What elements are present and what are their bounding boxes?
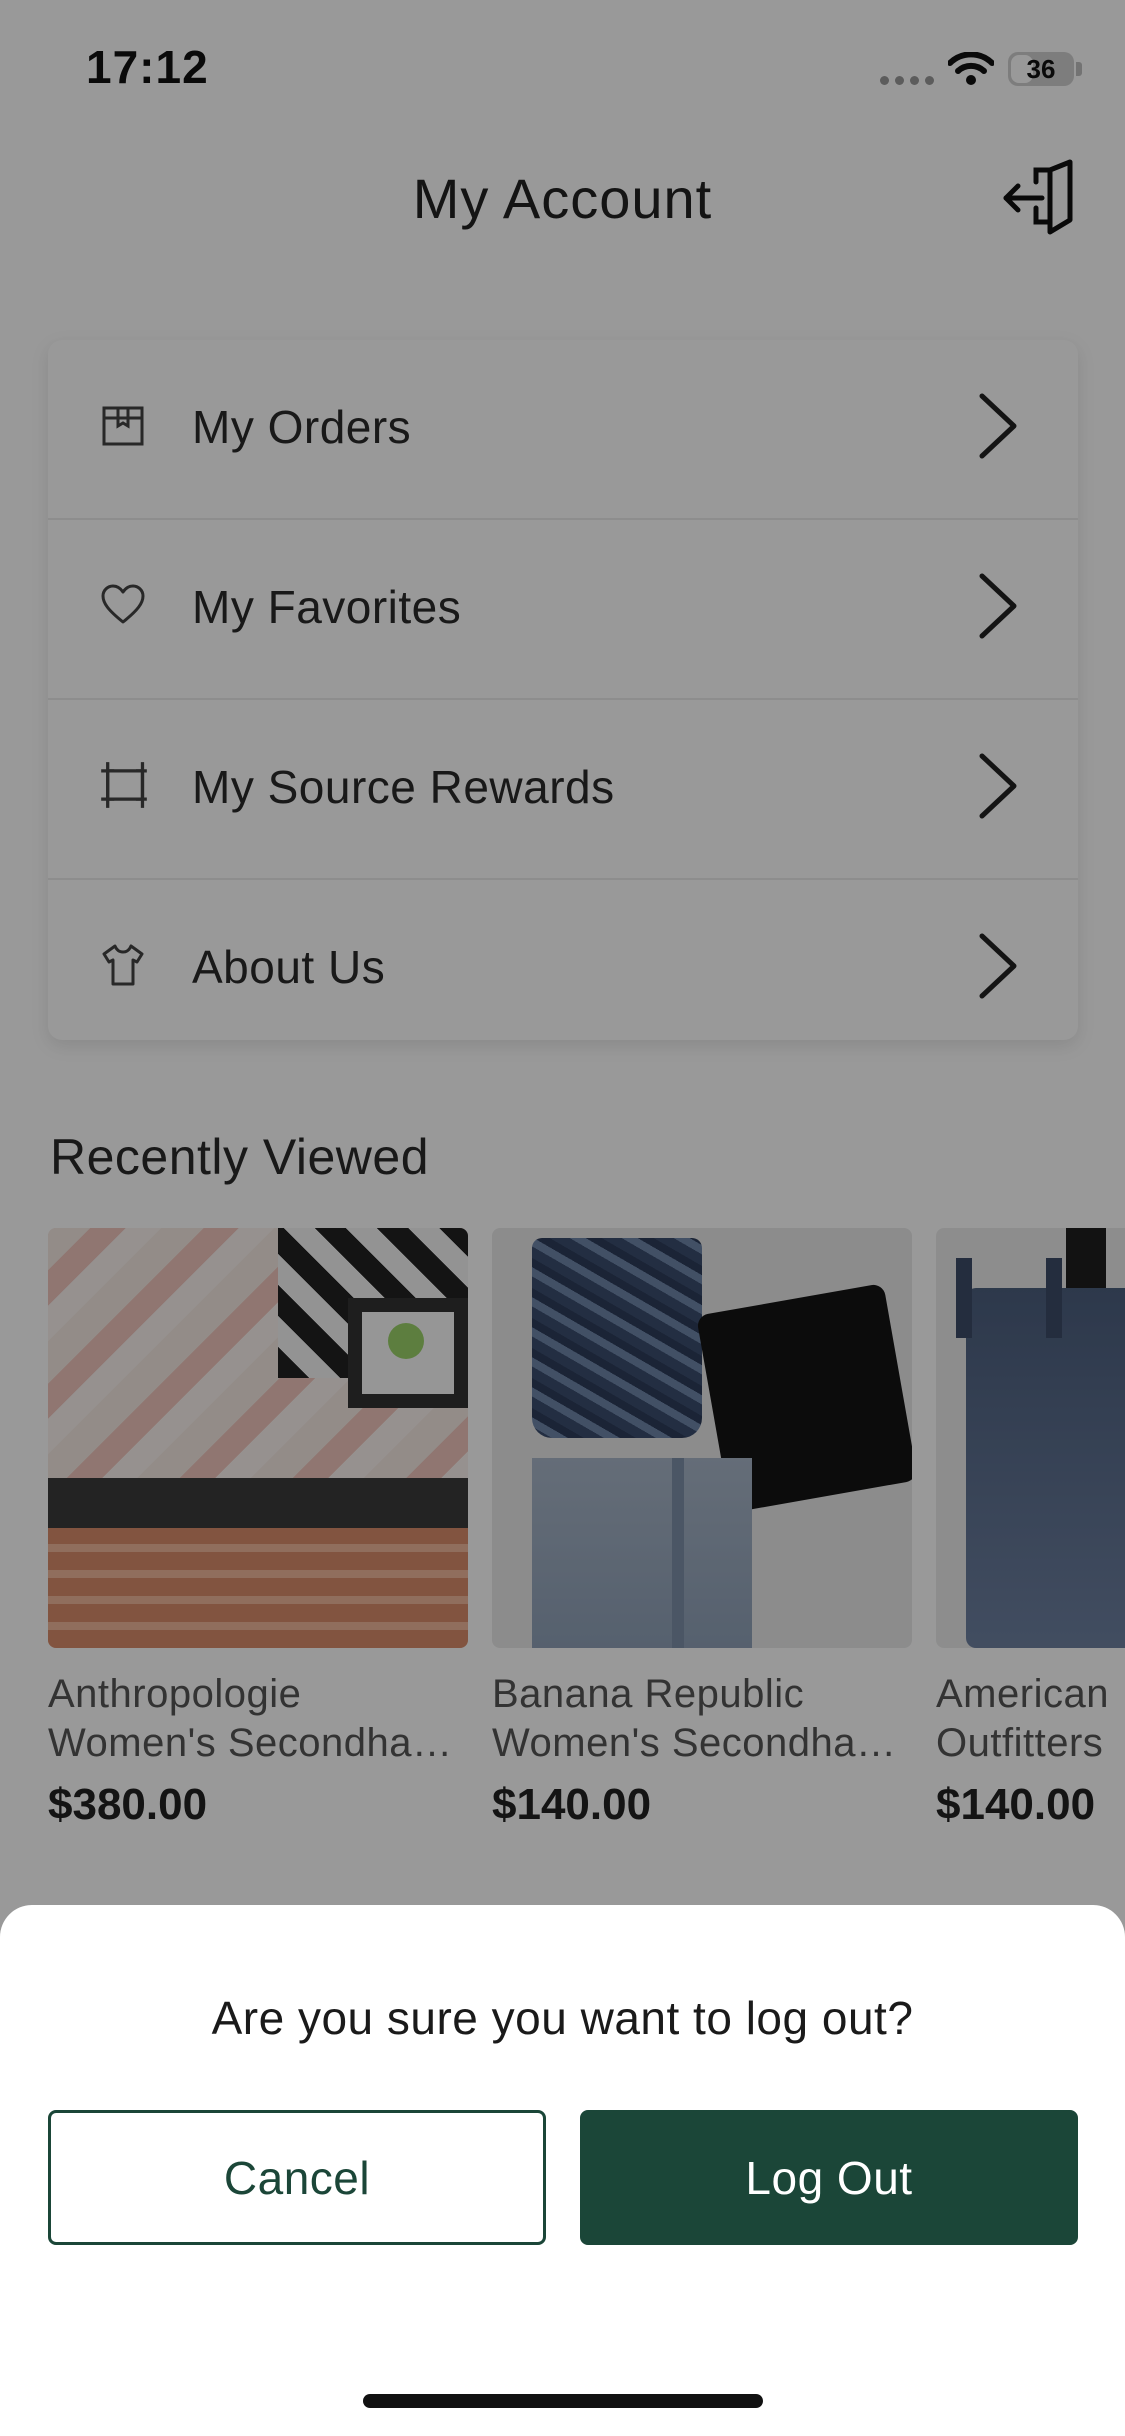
logout-confirmation-sheet: Are you sure you want to log out? Cancel…	[0, 1905, 1125, 2436]
log-out-button[interactable]: Log Out	[580, 2110, 1078, 2245]
cancel-button[interactable]: Cancel	[48, 2110, 546, 2245]
dialog-message: Are you sure you want to log out?	[211, 1992, 914, 2044]
home-indicator[interactable]	[363, 2394, 763, 2408]
